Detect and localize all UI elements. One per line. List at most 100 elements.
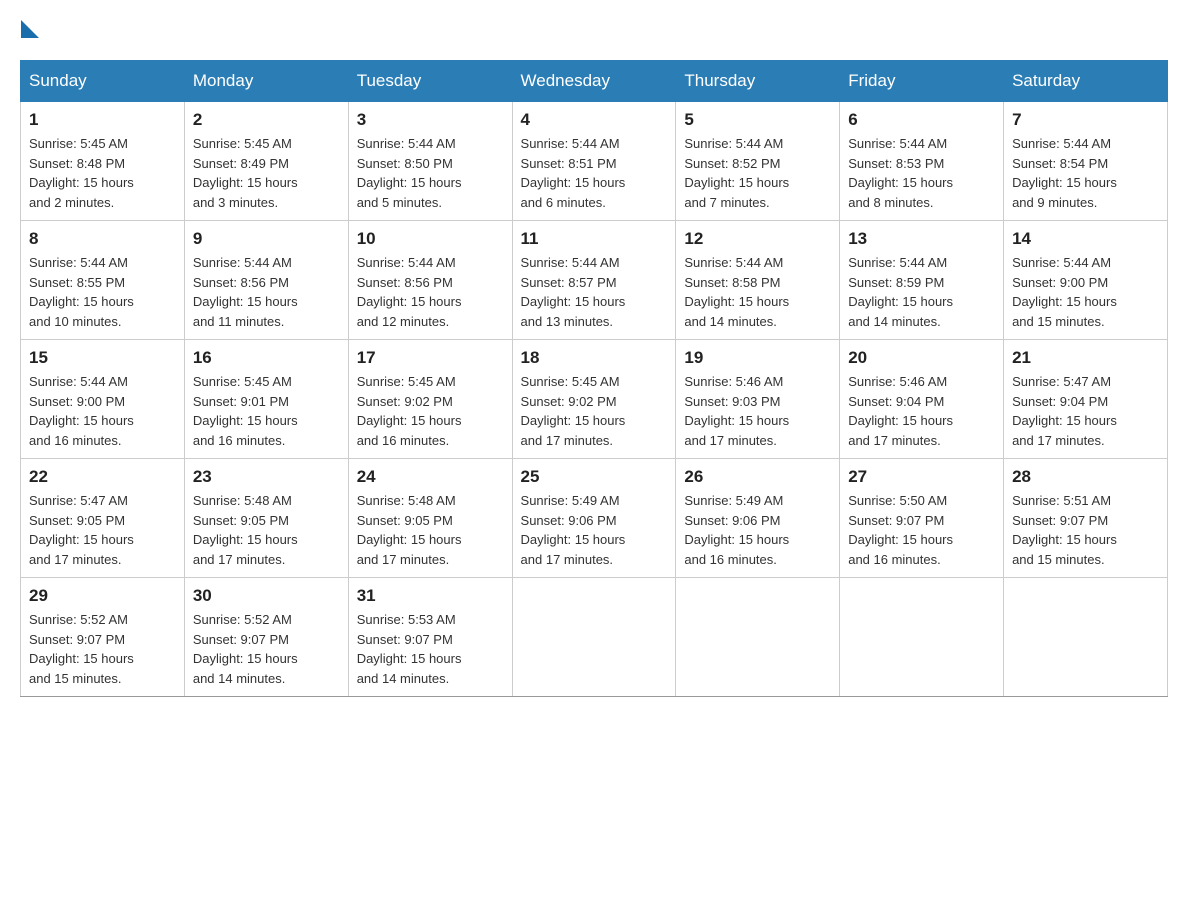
page-header xyxy=(20,20,1168,40)
day-number: 6 xyxy=(848,110,995,130)
day-cell xyxy=(1004,578,1168,697)
day-cell: 20 Sunrise: 5:46 AM Sunset: 9:04 PM Dayl… xyxy=(840,340,1004,459)
day-cell: 22 Sunrise: 5:47 AM Sunset: 9:05 PM Dayl… xyxy=(21,459,185,578)
day-info: Sunrise: 5:48 AM Sunset: 9:05 PM Dayligh… xyxy=(193,491,340,569)
day-info: Sunrise: 5:44 AM Sunset: 8:55 PM Dayligh… xyxy=(29,253,176,331)
day-cell xyxy=(676,578,840,697)
day-cell: 29 Sunrise: 5:52 AM Sunset: 9:07 PM Dayl… xyxy=(21,578,185,697)
week-row-1: 1 Sunrise: 5:45 AM Sunset: 8:48 PM Dayli… xyxy=(21,102,1168,221)
day-info: Sunrise: 5:44 AM Sunset: 8:59 PM Dayligh… xyxy=(848,253,995,331)
day-info: Sunrise: 5:44 AM Sunset: 8:56 PM Dayligh… xyxy=(193,253,340,331)
day-info: Sunrise: 5:47 AM Sunset: 9:04 PM Dayligh… xyxy=(1012,372,1159,450)
day-info: Sunrise: 5:45 AM Sunset: 8:49 PM Dayligh… xyxy=(193,134,340,212)
column-header-sunday: Sunday xyxy=(21,61,185,102)
day-number: 29 xyxy=(29,586,176,606)
day-info: Sunrise: 5:46 AM Sunset: 9:04 PM Dayligh… xyxy=(848,372,995,450)
day-cell: 14 Sunrise: 5:44 AM Sunset: 9:00 PM Dayl… xyxy=(1004,221,1168,340)
calendar-header-row: SundayMondayTuesdayWednesdayThursdayFrid… xyxy=(21,61,1168,102)
day-info: Sunrise: 5:48 AM Sunset: 9:05 PM Dayligh… xyxy=(357,491,504,569)
day-number: 12 xyxy=(684,229,831,249)
day-info: Sunrise: 5:50 AM Sunset: 9:07 PM Dayligh… xyxy=(848,491,995,569)
day-cell xyxy=(840,578,1004,697)
day-number: 2 xyxy=(193,110,340,130)
day-number: 21 xyxy=(1012,348,1159,368)
day-cell: 17 Sunrise: 5:45 AM Sunset: 9:02 PM Dayl… xyxy=(348,340,512,459)
column-header-monday: Monday xyxy=(184,61,348,102)
day-number: 18 xyxy=(521,348,668,368)
day-number: 9 xyxy=(193,229,340,249)
logo-triangle xyxy=(21,20,39,38)
day-cell: 6 Sunrise: 5:44 AM Sunset: 8:53 PM Dayli… xyxy=(840,102,1004,221)
day-cell: 15 Sunrise: 5:44 AM Sunset: 9:00 PM Dayl… xyxy=(21,340,185,459)
day-cell: 19 Sunrise: 5:46 AM Sunset: 9:03 PM Dayl… xyxy=(676,340,840,459)
column-header-friday: Friday xyxy=(840,61,1004,102)
day-info: Sunrise: 5:45 AM Sunset: 9:02 PM Dayligh… xyxy=(521,372,668,450)
logo xyxy=(20,20,39,40)
week-row-2: 8 Sunrise: 5:44 AM Sunset: 8:55 PM Dayli… xyxy=(21,221,1168,340)
day-info: Sunrise: 5:44 AM Sunset: 8:58 PM Dayligh… xyxy=(684,253,831,331)
day-number: 14 xyxy=(1012,229,1159,249)
day-cell: 9 Sunrise: 5:44 AM Sunset: 8:56 PM Dayli… xyxy=(184,221,348,340)
day-cell: 21 Sunrise: 5:47 AM Sunset: 9:04 PM Dayl… xyxy=(1004,340,1168,459)
day-info: Sunrise: 5:52 AM Sunset: 9:07 PM Dayligh… xyxy=(193,610,340,688)
day-cell: 1 Sunrise: 5:45 AM Sunset: 8:48 PM Dayli… xyxy=(21,102,185,221)
day-info: Sunrise: 5:47 AM Sunset: 9:05 PM Dayligh… xyxy=(29,491,176,569)
day-cell: 28 Sunrise: 5:51 AM Sunset: 9:07 PM Dayl… xyxy=(1004,459,1168,578)
day-cell: 4 Sunrise: 5:44 AM Sunset: 8:51 PM Dayli… xyxy=(512,102,676,221)
day-number: 8 xyxy=(29,229,176,249)
day-number: 20 xyxy=(848,348,995,368)
day-cell: 13 Sunrise: 5:44 AM Sunset: 8:59 PM Dayl… xyxy=(840,221,1004,340)
day-cell: 18 Sunrise: 5:45 AM Sunset: 9:02 PM Dayl… xyxy=(512,340,676,459)
day-number: 17 xyxy=(357,348,504,368)
day-info: Sunrise: 5:53 AM Sunset: 9:07 PM Dayligh… xyxy=(357,610,504,688)
day-cell: 3 Sunrise: 5:44 AM Sunset: 8:50 PM Dayli… xyxy=(348,102,512,221)
day-info: Sunrise: 5:44 AM Sunset: 8:51 PM Dayligh… xyxy=(521,134,668,212)
day-number: 26 xyxy=(684,467,831,487)
day-info: Sunrise: 5:44 AM Sunset: 8:57 PM Dayligh… xyxy=(521,253,668,331)
day-cell: 8 Sunrise: 5:44 AM Sunset: 8:55 PM Dayli… xyxy=(21,221,185,340)
day-info: Sunrise: 5:45 AM Sunset: 9:02 PM Dayligh… xyxy=(357,372,504,450)
day-number: 7 xyxy=(1012,110,1159,130)
day-number: 28 xyxy=(1012,467,1159,487)
day-info: Sunrise: 5:49 AM Sunset: 9:06 PM Dayligh… xyxy=(684,491,831,569)
logo-icon xyxy=(20,20,39,40)
day-info: Sunrise: 5:49 AM Sunset: 9:06 PM Dayligh… xyxy=(521,491,668,569)
day-number: 30 xyxy=(193,586,340,606)
day-info: Sunrise: 5:52 AM Sunset: 9:07 PM Dayligh… xyxy=(29,610,176,688)
day-cell: 7 Sunrise: 5:44 AM Sunset: 8:54 PM Dayli… xyxy=(1004,102,1168,221)
day-number: 25 xyxy=(521,467,668,487)
day-number: 13 xyxy=(848,229,995,249)
day-number: 10 xyxy=(357,229,504,249)
day-info: Sunrise: 5:44 AM Sunset: 8:52 PM Dayligh… xyxy=(684,134,831,212)
day-info: Sunrise: 5:44 AM Sunset: 8:56 PM Dayligh… xyxy=(357,253,504,331)
day-info: Sunrise: 5:44 AM Sunset: 8:50 PM Dayligh… xyxy=(357,134,504,212)
calendar-table: SundayMondayTuesdayWednesdayThursdayFrid… xyxy=(20,60,1168,697)
day-number: 23 xyxy=(193,467,340,487)
week-row-3: 15 Sunrise: 5:44 AM Sunset: 9:00 PM Dayl… xyxy=(21,340,1168,459)
day-info: Sunrise: 5:44 AM Sunset: 8:53 PM Dayligh… xyxy=(848,134,995,212)
day-cell: 11 Sunrise: 5:44 AM Sunset: 8:57 PM Dayl… xyxy=(512,221,676,340)
day-number: 27 xyxy=(848,467,995,487)
day-number: 3 xyxy=(357,110,504,130)
column-header-tuesday: Tuesday xyxy=(348,61,512,102)
column-header-thursday: Thursday xyxy=(676,61,840,102)
day-info: Sunrise: 5:44 AM Sunset: 8:54 PM Dayligh… xyxy=(1012,134,1159,212)
day-info: Sunrise: 5:44 AM Sunset: 9:00 PM Dayligh… xyxy=(1012,253,1159,331)
day-info: Sunrise: 5:44 AM Sunset: 9:00 PM Dayligh… xyxy=(29,372,176,450)
day-cell: 24 Sunrise: 5:48 AM Sunset: 9:05 PM Dayl… xyxy=(348,459,512,578)
week-row-4: 22 Sunrise: 5:47 AM Sunset: 9:05 PM Dayl… xyxy=(21,459,1168,578)
day-number: 1 xyxy=(29,110,176,130)
day-cell: 25 Sunrise: 5:49 AM Sunset: 9:06 PM Dayl… xyxy=(512,459,676,578)
day-cell: 12 Sunrise: 5:44 AM Sunset: 8:58 PM Dayl… xyxy=(676,221,840,340)
day-cell xyxy=(512,578,676,697)
day-number: 22 xyxy=(29,467,176,487)
day-cell: 31 Sunrise: 5:53 AM Sunset: 9:07 PM Dayl… xyxy=(348,578,512,697)
day-number: 16 xyxy=(193,348,340,368)
day-cell: 23 Sunrise: 5:48 AM Sunset: 9:05 PM Dayl… xyxy=(184,459,348,578)
day-number: 15 xyxy=(29,348,176,368)
day-cell: 10 Sunrise: 5:44 AM Sunset: 8:56 PM Dayl… xyxy=(348,221,512,340)
day-number: 31 xyxy=(357,586,504,606)
day-number: 11 xyxy=(521,229,668,249)
day-cell: 16 Sunrise: 5:45 AM Sunset: 9:01 PM Dayl… xyxy=(184,340,348,459)
day-cell: 27 Sunrise: 5:50 AM Sunset: 9:07 PM Dayl… xyxy=(840,459,1004,578)
